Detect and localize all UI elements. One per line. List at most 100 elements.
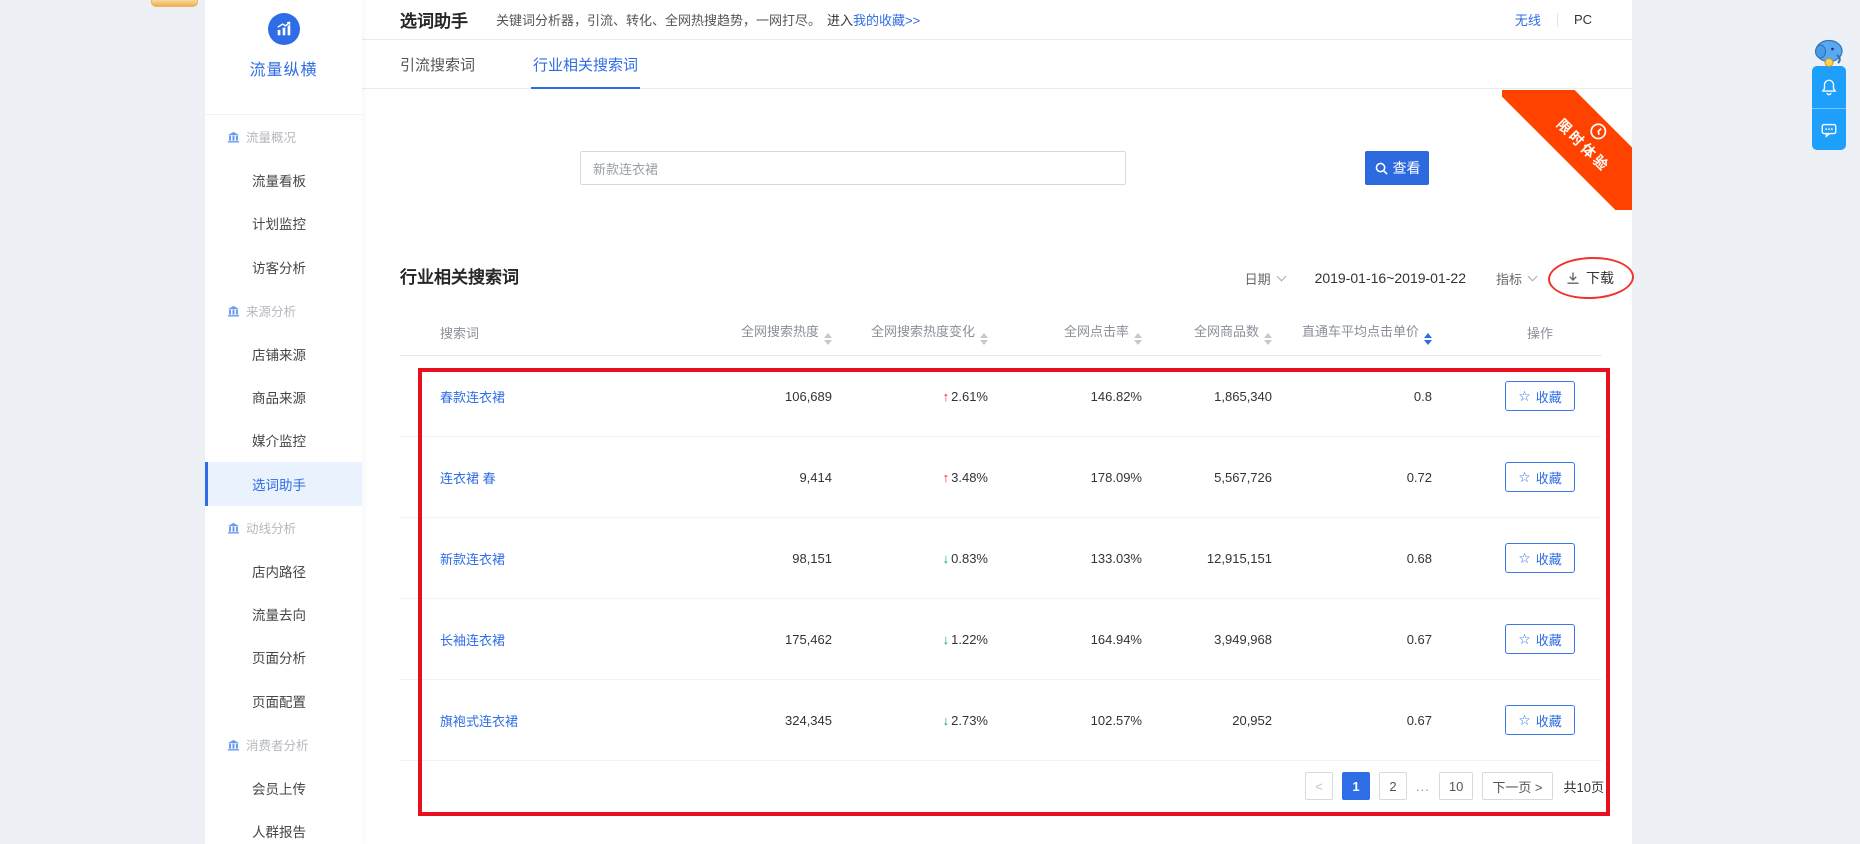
limited-time-ribbon[interactable]: 限时体验 [1502, 90, 1632, 210]
col-header-click-rate[interactable]: 全网点击率 [988, 321, 1142, 345]
sidebar-item-keyword-assistant[interactable]: 选词助手 [205, 462, 362, 506]
keyword-link[interactable]: 长袖连衣裙 [440, 633, 505, 648]
mode-pc[interactable]: PC [1574, 12, 1592, 27]
keyword-link[interactable]: 连衣裙 春 [440, 471, 496, 486]
sort-icon[interactable] [1134, 332, 1142, 345]
building-doc-icon [227, 738, 240, 751]
pagination-prev-button[interactable]: < [1305, 772, 1333, 800]
sidebar-item-page-analysis[interactable]: 页面分析 [205, 636, 362, 679]
favorite-label: 收藏 [1535, 713, 1562, 729]
metric-dropdown[interactable]: 指标 [1496, 269, 1538, 288]
ribbon-label: 限时体验 [1553, 115, 1614, 176]
sidebar-item-plan-monitor[interactable]: 计划监控 [205, 202, 362, 245]
sort-icon[interactable] [824, 332, 832, 345]
pagination-page-2[interactable]: 2 [1379, 772, 1407, 800]
star-icon: ☆ [1518, 388, 1531, 404]
sidebar-item-label: 店内路径 [252, 564, 306, 580]
keyword-search-input[interactable] [580, 151, 1126, 185]
sidebar-item-label: 访客分析 [252, 260, 306, 276]
pagination-ellipsis: ... [1416, 778, 1430, 794]
sidebar-item-page-config[interactable]: 页面配置 [205, 679, 362, 722]
sidebar-item-traffic-board[interactable]: 流量看板 [205, 158, 362, 201]
pagination-next-button[interactable]: 下一页 > [1482, 772, 1553, 800]
cell-click-rate: 102.57% [1090, 712, 1142, 728]
sidebar-item-label: 商品来源 [252, 391, 306, 407]
elephant-mascot-icon[interactable] [1810, 36, 1848, 72]
col-header-search-heat[interactable]: 全网搜索热度 [680, 321, 832, 345]
sidebar-item-product-source[interactable]: 商品来源 [205, 375, 362, 418]
keyword-link[interactable]: 旗袍式连衣裙 [440, 714, 518, 729]
col-header-label: 搜索词 [440, 326, 480, 341]
page-title: 选词助手 [400, 12, 468, 31]
table-row: 长袖连衣裙 175,462 ↓ 1.22% 164.94% 3,949,968 0… [400, 599, 1602, 680]
table-controls: 日期 2019-01-16~2019-01-22 指标 下载 [1245, 255, 1635, 301]
favorite-button[interactable]: ☆ 收藏 [1505, 381, 1575, 411]
search-view-button[interactable]: 查看 [1365, 151, 1429, 185]
favorites-link[interactable]: 我的收藏>> [853, 10, 920, 29]
pagination-page-1[interactable]: 1 [1342, 772, 1370, 800]
main-content: 选词助手 关键词分析器，引流、转化、全网热搜趋势，一网打尽。 进入 我的收藏>>… [362, 0, 1635, 844]
col-header-product-count[interactable]: 全网商品数 [1142, 321, 1272, 345]
sort-icon[interactable] [980, 332, 988, 345]
pagination-page-10[interactable]: 10 [1438, 772, 1474, 800]
date-dropdown[interactable]: 日期 [1245, 269, 1287, 288]
bell-icon[interactable] [1812, 66, 1846, 108]
sidebar-section-label: 来源分析 [246, 304, 297, 319]
sidebar-item-media-monitor[interactable]: 媒介监控 [205, 419, 362, 462]
keyword-link[interactable]: 春款连衣裙 [440, 390, 505, 405]
sort-icon[interactable] [1264, 332, 1272, 345]
sidebar-item-in-store-path[interactable]: 店内路径 [205, 549, 362, 592]
page-header: 选词助手 关键词分析器，引流、转化、全网热搜趋势，一网打尽。 进入 我的收藏>>… [362, 0, 1632, 40]
sidebar-item-label: 页面配置 [252, 694, 306, 710]
mode-wireless[interactable]: 无线 [1515, 10, 1541, 29]
download-button[interactable]: 下载 [1547, 255, 1635, 301]
star-icon: ☆ [1518, 469, 1531, 485]
bar-chart-trend-icon [275, 20, 293, 38]
download-icon [1566, 271, 1580, 285]
sidebar-item-shop-source[interactable]: 店铺来源 [205, 332, 362, 375]
favorite-label: 收藏 [1535, 389, 1562, 405]
cell-avg-cpc: 0.72 [1406, 469, 1432, 485]
sidebar-item-member-upload[interactable]: 会员上传 [205, 766, 362, 809]
sidebar-item-label: 会员上传 [252, 781, 306, 797]
tabs: 引流搜索词 行业相关搜索词 [362, 40, 1632, 89]
building-doc-icon [227, 521, 240, 534]
sidebar-item-visitor-analysis[interactable]: 访客分析 [205, 245, 362, 288]
date-range: 2019-01-16~2019-01-22 [1314, 270, 1466, 286]
favorite-button[interactable]: ☆ 收藏 [1505, 705, 1575, 735]
col-header-avg-cpc[interactable]: 直通车平均点击单价 [1272, 321, 1432, 345]
sidebar-section-source-analysis: 来源分析 [205, 289, 362, 332]
favorite-button[interactable]: ☆ 收藏 [1505, 624, 1575, 654]
chat-icon[interactable] [1812, 108, 1846, 150]
cell-heat-change: ↓ 1.22% [832, 632, 988, 647]
tab-inbound-search-words[interactable]: 引流搜索词 [400, 40, 475, 88]
enter-text: 进入 [827, 13, 854, 28]
logo[interactable] [267, 13, 300, 45]
sidebar-item-label: 页面分析 [252, 651, 306, 667]
sidebar-item-audience-report[interactable]: 人群报告 [205, 809, 362, 844]
favorite-label: 收藏 [1535, 551, 1562, 567]
cell-heat-change: ↓ 2.73% [832, 713, 988, 728]
col-header-keyword: 搜索词 [440, 323, 680, 342]
arrow-down-icon: ↓ [942, 631, 950, 647]
cell-product-count: 1,865,340 [1214, 388, 1272, 404]
sidebar-item-label: 选词助手 [252, 477, 306, 493]
cell-click-rate: 133.03% [1090, 550, 1142, 566]
col-header-heat-change[interactable]: 全网搜索热度变化 [832, 321, 988, 345]
sidebar-item-label: 流量看板 [252, 174, 306, 190]
table-row: 新款连衣裙 98,151 ↓ 0.83% 133.03% 12,915,151 0… [400, 518, 1602, 599]
sidebar-section-label: 流量概况 [246, 131, 297, 146]
sort-icon-active[interactable] [1424, 332, 1432, 345]
favorite-button[interactable]: ☆ 收藏 [1505, 543, 1575, 573]
magnifier-icon [1374, 161, 1389, 176]
keyword-link[interactable]: 新款连衣裙 [440, 552, 505, 567]
mode-divider [1556, 12, 1558, 27]
cell-avg-cpc: 0.67 [1406, 712, 1432, 728]
cell-product-count: 3,949,968 [1214, 631, 1272, 647]
sidebar-item-label: 人群报告 [252, 824, 306, 840]
tab-industry-related-search-words[interactable]: 行业相关搜索词 [531, 40, 641, 89]
col-header-label: 操作 [1526, 326, 1553, 341]
chevron-down-icon [1527, 271, 1538, 281]
favorite-button[interactable]: ☆ 收藏 [1505, 462, 1575, 492]
sidebar-item-traffic-destination[interactable]: 流量去向 [205, 592, 362, 635]
